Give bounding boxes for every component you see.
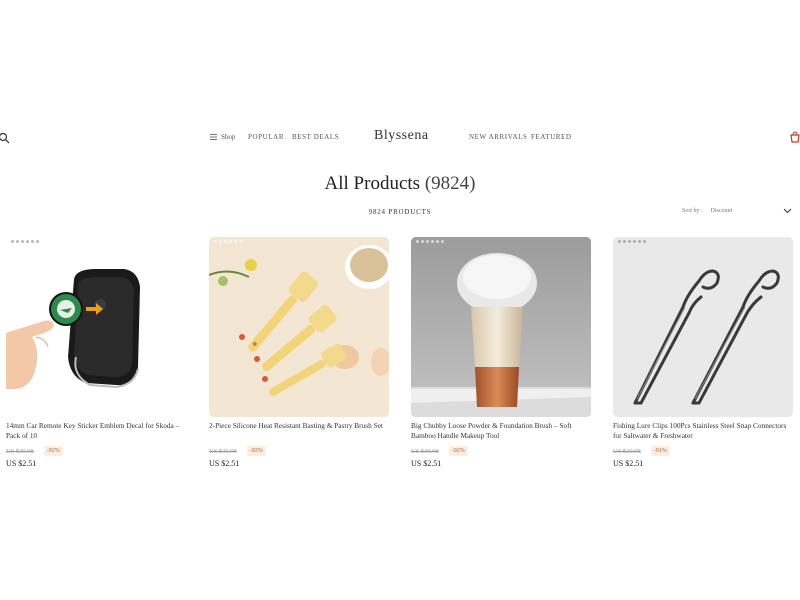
- product-image[interactable]: [411, 237, 591, 417]
- discount-badge: -91%: [650, 446, 670, 456]
- page-title-count: (9824): [424, 173, 476, 194]
- image-dots: [214, 240, 242, 243]
- product-card[interactable]: 14mm Car Remote Key Sticker Emblem Decal…: [6, 237, 188, 468]
- nav-featured[interactable]: FEATURED: [531, 133, 572, 141]
- fishing-clip-image: [613, 237, 793, 417]
- current-price: US $2.51: [613, 459, 644, 468]
- product-card[interactable]: Big Chubby Loose Powder & Foundation Bru…: [411, 237, 593, 468]
- discount-badge: -92%: [246, 446, 266, 456]
- old-price: US $30.98: [613, 447, 641, 455]
- page-title-text: All Products: [324, 173, 421, 194]
- image-dots: [416, 240, 444, 243]
- image-dots: [11, 240, 39, 243]
- search-icon[interactable]: [0, 132, 10, 144]
- product-name[interactable]: 2-Piece Silicone Heat Resistant Basting …: [209, 421, 387, 441]
- discount-badge: -92%: [43, 446, 63, 456]
- cart-icon[interactable]: [789, 130, 800, 144]
- image-dots: [618, 240, 646, 243]
- nav-best-deals[interactable]: BEST DEALS: [292, 133, 339, 141]
- product-name[interactable]: Big Chubby Loose Powder & Foundation Bru…: [411, 421, 589, 441]
- current-price: US $2.51: [411, 459, 442, 468]
- shop-menu-button[interactable]: Shop: [210, 133, 235, 141]
- old-price: US $30.98: [209, 447, 237, 455]
- makeup-brush-image: [411, 237, 591, 417]
- current-price: US $2.51: [209, 459, 240, 468]
- shop-label: Shop: [221, 133, 236, 141]
- product-image[interactable]: [613, 237, 793, 417]
- sort-value[interactable]: Discount: [711, 208, 783, 214]
- product-name[interactable]: 14mm Car Remote Key Sticker Emblem Decal…: [6, 421, 184, 441]
- sort-label: Sort by :: [682, 208, 703, 214]
- product-name[interactable]: Fishing Lure Clips 100Pcs Stainless Stee…: [613, 421, 791, 441]
- product-card[interactable]: 2-Piece Silicone Heat Resistant Basting …: [209, 237, 391, 468]
- old-price: US $30.98: [6, 447, 34, 455]
- basting-brush-image: [209, 237, 389, 417]
- nav-popular[interactable]: POPULAR: [248, 133, 284, 141]
- brand-logo[interactable]: Blyssena: [374, 128, 429, 144]
- page-title: All Products (9824): [0, 173, 800, 195]
- car-key-image: [6, 237, 186, 417]
- product-image[interactable]: [6, 237, 186, 417]
- current-price: US $2.51: [6, 459, 37, 468]
- old-price: US $30.98: [411, 447, 439, 455]
- site-header: Shop POPULAR BEST DEALS Blyssena NEW ARR…: [0, 128, 800, 148]
- nav-new-arrivals[interactable]: NEW ARRIVALS: [469, 133, 527, 141]
- chevron-down-icon[interactable]: [783, 208, 792, 214]
- product-image[interactable]: [209, 237, 389, 417]
- result-count: 9824 PRODUCTS: [368, 208, 432, 216]
- sort-control[interactable]: Sort by : Discount: [682, 208, 792, 214]
- product-card[interactable]: Fishing Lure Clips 100Pcs Stainless Stee…: [613, 237, 795, 468]
- discount-badge: -92%: [448, 446, 468, 456]
- menu-icon: [210, 134, 217, 140]
